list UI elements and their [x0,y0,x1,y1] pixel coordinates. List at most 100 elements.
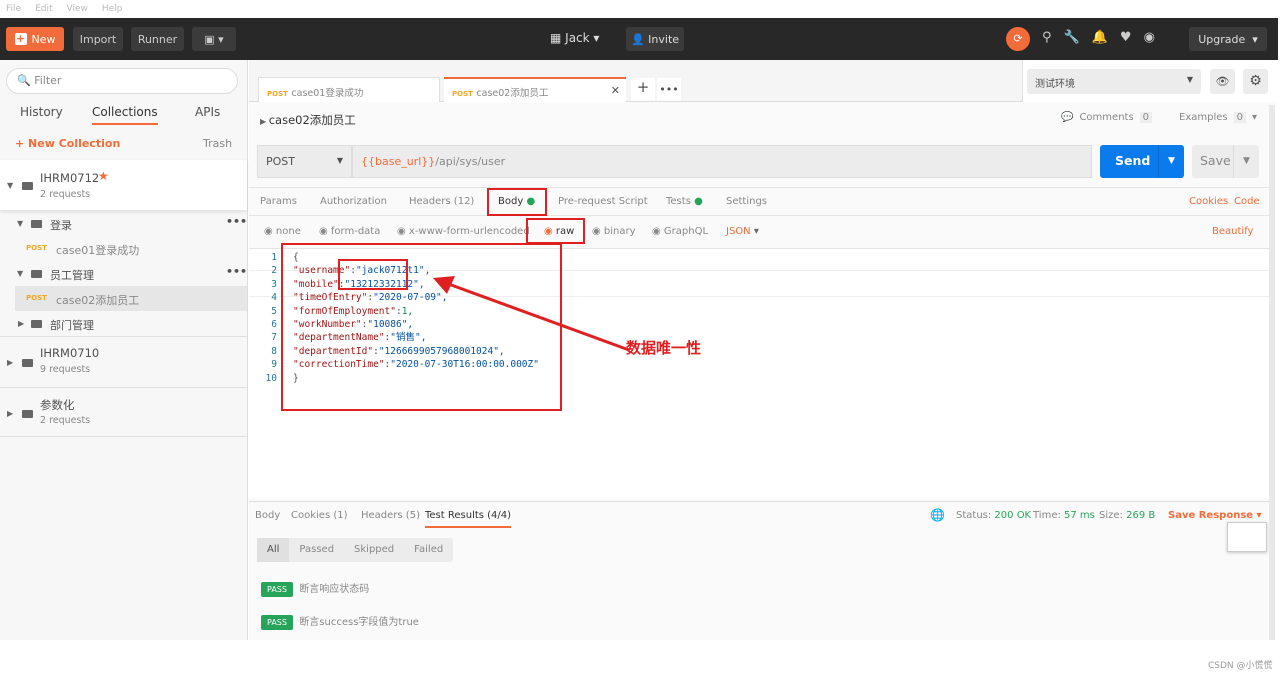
radio-none[interactable]: ◉ none [264,226,301,237]
method-select[interactable]: POST ▼ [257,145,352,178]
new-button[interactable]: + New [6,27,64,51]
request-case01[interactable]: POST case01登录成功 [0,240,247,262]
filter-passed[interactable]: Passed [289,538,344,562]
chevron-down-icon: ▼ [336,156,343,165]
tab-apis[interactable]: APIs [195,105,220,119]
radio-label: form-data [330,226,381,237]
chevron-down-icon[interactable]: ▼ [1233,145,1259,178]
test-name: 断言响应状态码 [299,584,370,595]
collection-ihrm0710[interactable]: ▶ IHRM0710 9 requests [0,338,247,388]
line-number: 4 [271,292,277,304]
new-collection-button[interactable]: + New Collection [15,137,120,150]
tab-response-headers[interactable]: Headers (5) [361,510,420,521]
upgrade-button[interactable]: Upgrade ▾ [1189,27,1267,51]
url-input[interactable]: {{base_url}}/api/sys/user [352,145,1092,178]
code-link[interactable]: Code [1234,196,1260,207]
more-icon[interactable]: ••• [226,215,247,228]
format-select[interactable]: JSON ▾ [726,226,759,237]
trash-button[interactable]: Trash [203,137,232,150]
tab-test-results[interactable]: Test Results (4/4) [425,510,512,528]
runner-button[interactable]: Runner [131,27,184,51]
new-window-button[interactable]: ▣ ▾ [192,27,236,51]
tab-authorization[interactable]: Authorization [320,196,387,207]
caret-right-icon: ▶ [18,319,25,328]
tab-more-icon[interactable]: ••• [657,78,681,101]
heart-icon[interactable]: ♥ [1120,30,1132,45]
gear-icon[interactable]: ⚙ [1243,69,1268,94]
request-title[interactable]: ▶ case02添加员工 [260,112,356,128]
save-button[interactable]: Save ▼ [1192,145,1259,178]
collection-count: 2 requests [40,415,91,426]
tab-collections[interactable]: Collections [92,105,158,125]
menu-edit[interactable]: Edit [35,4,52,14]
request-name: case01登录成功 [56,244,140,257]
beautify-button[interactable]: Beautify [1212,226,1253,237]
tab-params[interactable]: Params [260,196,297,207]
import-button[interactable]: Import [73,27,123,51]
main-panel: POST case01登录成功 POST case02添加员工 ✕ + ••• 测… [249,60,1275,640]
tab-history[interactable]: History [20,105,63,119]
upgrade-label: Upgrade [1198,32,1246,46]
send-button[interactable]: Send ▼ [1100,145,1184,178]
examples-button[interactable]: Examples 0 ▾ [1179,112,1257,123]
tab-settings[interactable]: Settings [726,196,767,207]
environment-select[interactable]: 测试环境 ▼ [1027,69,1201,94]
globe-icon[interactable]: 🌐 [930,508,945,522]
folder-department[interactable]: ▶ 部门管理 [0,315,247,337]
format-value: JSON [726,226,751,237]
folder-employee[interactable]: ▼ 员工管理 ••• [0,265,247,287]
tab-pre-request-script[interactable]: Pre-request Script [558,196,648,207]
tab-response-body[interactable]: Body [255,510,280,521]
sync-icon[interactable]: ⟳ [1006,27,1030,51]
filter-all[interactable]: All [257,538,290,562]
close-icon[interactable]: ✕ [611,84,620,97]
satellite-icon[interactable]: ⚲ [1042,30,1052,45]
folder-login[interactable]: ▼ 登录 ••• [0,215,247,237]
invite-button[interactable]: 👤 Invite [626,27,684,51]
new-tab-button[interactable]: + [631,78,655,101]
cookies-link[interactable]: Cookies [1189,196,1228,207]
thumbnail-preview[interactable] [1227,522,1267,552]
menu-help[interactable]: Help [102,4,123,14]
request-case02[interactable]: POST case02添加员工 [15,286,247,311]
line-number: 8 [271,345,277,357]
annotation-label: 数据唯一性 [626,339,702,357]
scrollbar[interactable] [1269,105,1275,640]
tab-case02[interactable]: POST case02添加员工 ✕ [444,77,626,103]
collection-name: 参数化 [40,398,75,412]
filter-input[interactable]: 🔍 Filter [6,68,238,94]
wrench-icon[interactable]: 🔧 [1064,30,1080,45]
tab-tests-label: Tests [666,196,691,207]
chevron-down-icon[interactable]: ▼ [1158,145,1184,178]
tab-tests[interactable]: Tests ● [666,196,703,207]
menu-file[interactable]: File [6,4,21,14]
tab-case01[interactable]: POST case01登录成功 [258,77,440,102]
save-response-button[interactable]: Save Response ▾ [1168,510,1262,521]
line-number: 5 [271,305,277,317]
comments-button[interactable]: 💬 Comments 0 [1061,112,1153,123]
workspace-switcher[interactable]: ▦ Jack ▾ [550,31,599,45]
collection-params[interactable]: ▶ 参数化 2 requests [0,389,247,437]
radio-binary[interactable]: ◉ binary [592,226,636,237]
tab-response-cookies[interactable]: Cookies (1) [291,510,348,521]
caret-right-icon: ▶ [7,358,14,367]
radio-urlencoded[interactable]: ◉ x-www-form-urlencoded [397,226,530,237]
collection-ihrm0712[interactable]: ▼ IHRM0712 ★ 2 requests [0,160,247,210]
eye-icon[interactable]: 👁 [1210,69,1235,94]
save-response-label: Save Response [1168,510,1254,521]
menu-view[interactable]: View [67,4,88,14]
radio-graphql[interactable]: ◉ GraphQL [652,226,708,237]
menu-bar: File Edit View Help [0,0,1280,18]
bell-icon[interactable]: 🔔 [1092,30,1108,45]
filter-failed[interactable]: Failed [404,538,453,562]
grid-icon: ▦ [550,31,566,45]
tab-headers[interactable]: Headers (12) [409,196,474,207]
line-number: 9 [271,359,277,371]
radio-form-data[interactable]: ◉ form-data [319,226,380,237]
top-bar: + New Import Runner ▣ ▾ ▦ Jack ▾ 👤 Invite… [0,18,1278,60]
avatar[interactable]: ◉ [1144,30,1155,45]
filter-placeholder: Filter [34,74,62,87]
more-icon[interactable]: ••• [226,265,247,278]
filter-skipped[interactable]: Skipped [344,538,404,562]
star-icon[interactable]: ★ [98,169,109,183]
